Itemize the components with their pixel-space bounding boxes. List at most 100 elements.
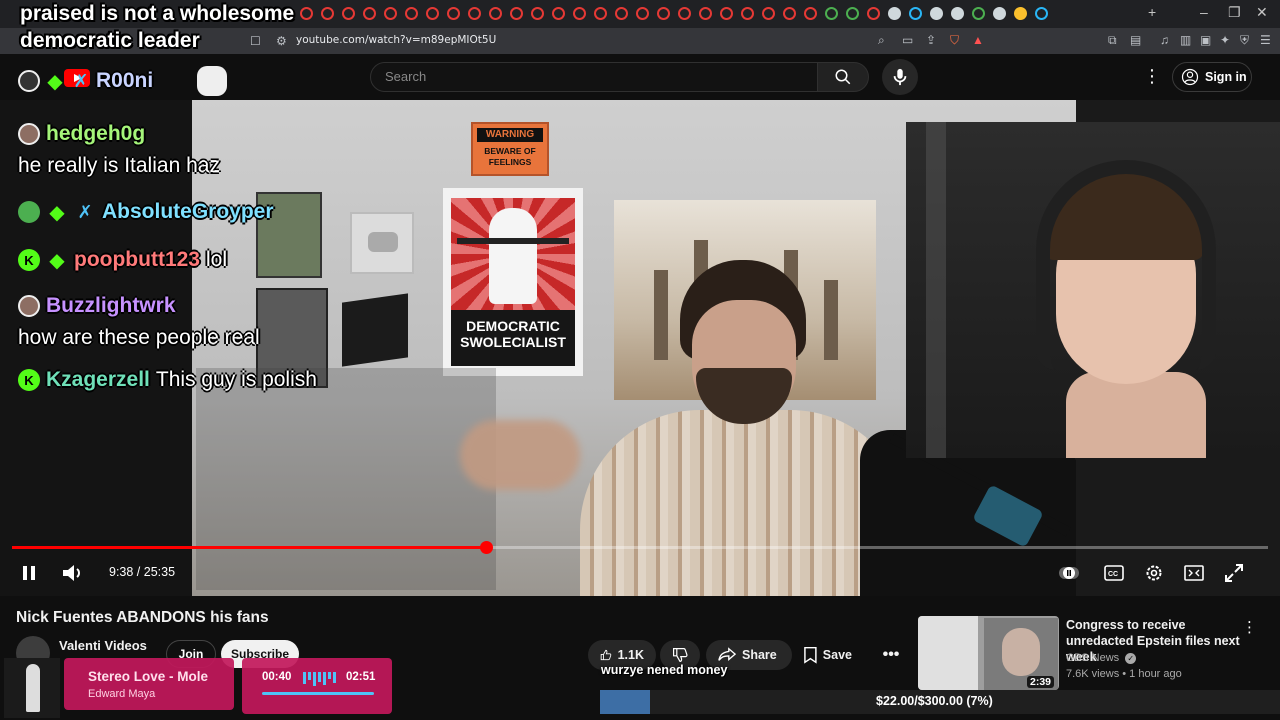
frog-badge-icon: [18, 201, 40, 223]
browser-tab[interactable]: [342, 7, 355, 20]
chat-username: poopbutt123: [74, 248, 200, 271]
browser-tab[interactable]: [741, 7, 754, 20]
browser-tab[interactable]: [552, 7, 565, 20]
settings-button[interactable]: [1143, 562, 1165, 584]
restore-icon[interactable]: ❐: [1228, 4, 1241, 21]
browser-tab[interactable]: [888, 7, 901, 20]
wallet-icon[interactable]: ▣: [1200, 33, 1211, 47]
pause-icon: [23, 566, 35, 580]
menu-icon[interactable]: ☰: [1260, 33, 1271, 47]
extensions-icon[interactable]: ⧉: [1108, 33, 1117, 48]
sidebar-icon[interactable]: ▥: [1180, 33, 1191, 47]
browser-tab[interactable]: [384, 7, 397, 20]
browser-tab[interactable]: [615, 7, 628, 20]
browser-tab[interactable]: [594, 7, 607, 20]
chat-username: AbsoluteGroyper: [102, 200, 274, 223]
browser-tab[interactable]: [657, 7, 670, 20]
reader-icon[interactable]: ▤: [1130, 33, 1141, 47]
music-icon[interactable]: ♫: [1160, 33, 1169, 47]
browser-tab[interactable]: [783, 7, 796, 20]
browser-tab[interactable]: [951, 7, 964, 20]
save-button[interactable]: Save: [792, 640, 864, 670]
donation-ticker: wurzye nened money: [601, 663, 728, 677]
browser-tab[interactable]: [426, 7, 439, 20]
more-actions-button[interactable]: •••: [874, 640, 908, 670]
browser-tab[interactable]: [405, 7, 418, 20]
browser-tab[interactable]: [867, 7, 880, 20]
rewards-icon[interactable]: ▲: [972, 33, 984, 47]
browser-tab[interactable]: [1014, 7, 1027, 20]
recommended-meta: 7.6K views • 1 hour ago: [1066, 668, 1182, 680]
avatar-badge-icon: [18, 295, 40, 317]
poster-text: DEMOCRATIC SWOLECIALIST: [451, 310, 575, 366]
browser-tab[interactable]: [636, 7, 649, 20]
svg-text:CC: CC: [1108, 571, 1118, 578]
channel-name[interactable]: Valenti Videos: [59, 638, 147, 653]
browser-tab[interactable]: [447, 7, 460, 20]
browser-tab[interactable]: [573, 7, 586, 20]
recommended-channel[interactable]: CBS News ✓: [1066, 652, 1137, 664]
browser-tab[interactable]: [804, 7, 817, 20]
browser-tab[interactable]: [909, 7, 922, 20]
browser-tab[interactable]: [678, 7, 691, 20]
browser-tab[interactable]: [825, 7, 838, 20]
close-window-icon[interactable]: ✕: [1256, 4, 1268, 21]
theater-mode-button[interactable]: [1183, 562, 1205, 584]
browser-tab[interactable]: [762, 7, 775, 20]
ai-icon[interactable]: ✦: [1220, 33, 1230, 47]
minimize-icon[interactable]: –: [1200, 4, 1208, 20]
voice-search-button[interactable]: [882, 59, 918, 95]
warning-sign: WARNING BEWARE OF FEELINGS: [471, 122, 549, 176]
tab-list[interactable]: [300, 7, 1048, 20]
volume-button[interactable]: [60, 562, 86, 584]
browser-tab[interactable]: [972, 7, 985, 20]
pause-button[interactable]: [18, 562, 40, 584]
brave-shield-icon[interactable]: ⛉: [950, 33, 959, 48]
sign-in-button[interactable]: Sign in: [1172, 62, 1252, 92]
recommended-more-icon[interactable]: ⋮: [1242, 618, 1257, 636]
zoom-icon[interactable]: ⌕: [878, 33, 885, 48]
browser-tab[interactable]: [468, 7, 481, 20]
fullscreen-button[interactable]: [1223, 562, 1245, 584]
browser-tab[interactable]: [510, 7, 523, 20]
stream-headline: praised is not a wholesome democratic le…: [20, 0, 294, 54]
browser-tab[interactable]: [321, 7, 334, 20]
new-tab-icon[interactable]: +: [1148, 4, 1156, 20]
settings-menu-icon[interactable]: ⋮: [1143, 66, 1161, 87]
browser-tab[interactable]: [363, 7, 376, 20]
sword-badge-icon: ✗: [77, 201, 93, 222]
browser-tab[interactable]: [720, 7, 733, 20]
headphones: [1036, 160, 1216, 370]
browser-tab[interactable]: [489, 7, 502, 20]
eq-bar: [328, 672, 331, 679]
chat-message: how are these people real: [18, 326, 260, 350]
chat-username: Buzzlightwrk: [46, 294, 176, 317]
vpn-icon[interactable]: ⛨: [1240, 33, 1249, 48]
browser-tab[interactable]: [930, 7, 943, 20]
browser-tab[interactable]: [699, 7, 712, 20]
chat-message: K ◆ poopbutt123 lol: [18, 248, 227, 272]
browser-tab[interactable]: [993, 7, 1006, 20]
browser-tab[interactable]: [1035, 7, 1048, 20]
k-badge-icon: K: [18, 369, 40, 391]
chat-text: This guy is polish: [155, 368, 317, 391]
chat-username: R00ni: [96, 69, 154, 92]
browser-tab[interactable]: [846, 7, 859, 20]
thumbs-down-icon: [673, 648, 688, 663]
url-field[interactable]: youtube.com/watch?v=m89epMIOt5U: [296, 34, 496, 46]
chat-message: K Kzagerzell This guy is polish: [18, 368, 317, 392]
progress-scrubber[interactable]: [479, 541, 493, 554]
autoplay-toggle[interactable]: [1058, 562, 1080, 584]
search-button[interactable]: [817, 62, 869, 92]
share-icon: [718, 647, 736, 661]
song-time-panel: [242, 658, 392, 714]
screenshot-icon[interactable]: ▭: [902, 33, 913, 47]
browser-tab[interactable]: [300, 7, 313, 20]
subtitles-button[interactable]: CC: [1103, 562, 1125, 584]
like-count: 1.1K: [617, 648, 644, 662]
search-input[interactable]: Search: [370, 62, 818, 92]
share-page-icon[interactable]: ⇪: [926, 33, 936, 47]
thumb-document: [918, 616, 978, 690]
browser-tab[interactable]: [531, 7, 544, 20]
